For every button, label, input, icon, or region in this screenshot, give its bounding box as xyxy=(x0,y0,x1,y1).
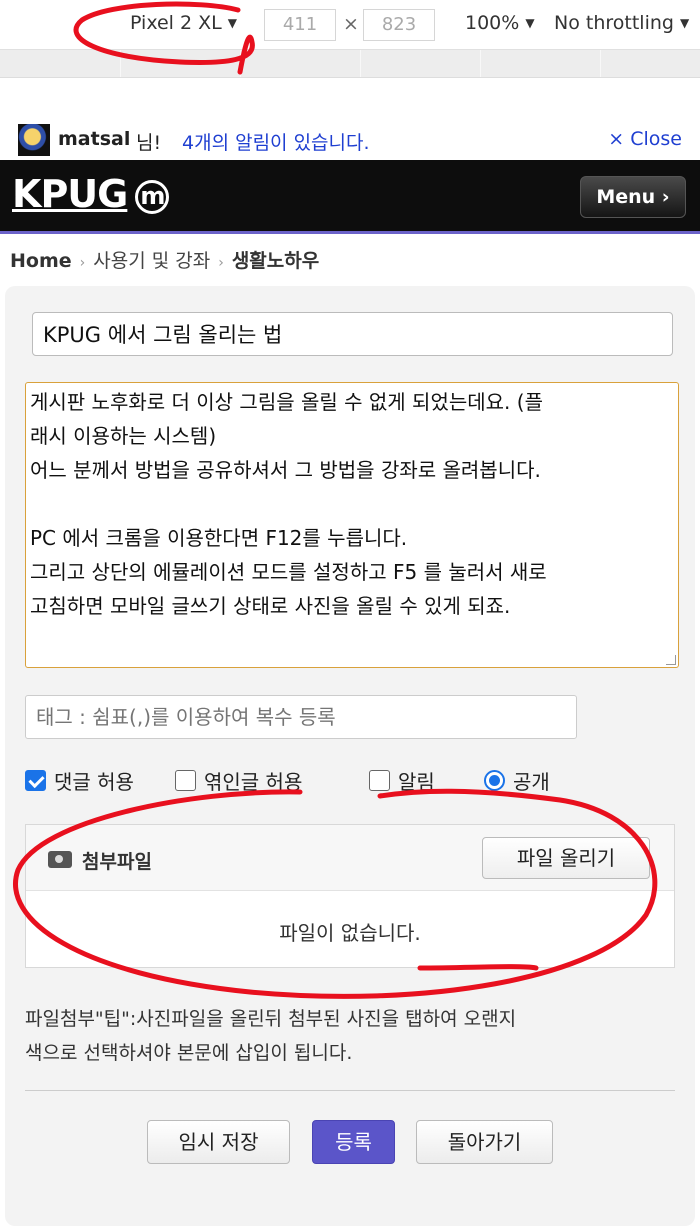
tip-line: 색으로 선택하셔야 본문에 삽입이 됩니다. xyxy=(25,1042,353,1064)
breadcrumb-current[interactable]: 생활노하우 xyxy=(232,250,319,272)
submit-button[interactable]: 등록 xyxy=(312,1120,395,1164)
body-line: 고침하면 모바일 글쓰기 상태로 사진을 올릴 수 있게 되죠. xyxy=(30,594,511,618)
back-button[interactable]: 돌아가기 xyxy=(416,1120,553,1164)
chevron-down-icon: ▼ xyxy=(227,16,237,30)
body-line: 게시판 노후화로 더 이상 그림을 올릴 수 없게 되었는데요. (플 xyxy=(30,390,543,414)
camera-icon xyxy=(48,851,72,868)
notify-checkbox[interactable] xyxy=(369,770,390,791)
tip-line: 파일첨부"팁":사진파일을 올린뒤 첨부된 사진을 탭하여 오랜지 xyxy=(25,1008,517,1030)
tags-input[interactable] xyxy=(25,695,577,739)
notice-username: matsal xyxy=(58,128,131,150)
attachments-title: 첨부파일 xyxy=(82,851,152,873)
throttling-selector[interactable]: No throttling ▼ xyxy=(554,12,689,34)
zoom-value: 100% xyxy=(465,12,520,34)
logo-text: KPUG xyxy=(12,172,128,216)
chevron-right-icon: › xyxy=(218,255,224,271)
divider xyxy=(25,1090,675,1091)
body-line: 그리고 상단의 에뮬레이션 모드를 설정하고 F5 를 눌러서 새로 xyxy=(30,560,547,584)
close-notice-button[interactable]: × Close xyxy=(608,128,682,150)
resize-handle[interactable] xyxy=(666,655,676,665)
allow-trackback-option[interactable]: 엮인글 허용 xyxy=(175,766,302,795)
public-option[interactable]: 공개 xyxy=(484,766,550,795)
throttling-value: No throttling xyxy=(554,12,674,34)
site-logo[interactable]: KPUG m xyxy=(12,172,170,216)
logo-mark-icon: m xyxy=(135,179,170,214)
allow-comments-label: 댓글 허용 xyxy=(54,770,134,794)
notify-label: 알림 xyxy=(398,770,435,794)
dimension-separator: × xyxy=(343,13,359,35)
notice-honorific: 님! xyxy=(136,132,162,154)
breadcrumb: Home › 사용기 및 강좌 › 생활노하우 xyxy=(10,246,319,273)
notify-option[interactable]: 알림 xyxy=(369,766,435,795)
no-files-message: 파일이 없습니다. xyxy=(279,921,421,945)
body-line xyxy=(30,487,674,521)
menu-button[interactable]: Menu › xyxy=(580,176,686,218)
body-line: 래시 이용하는 시스템) xyxy=(30,424,217,448)
attachments-header: 첨부파일 파일 올리기 xyxy=(26,825,674,891)
emulated-page: matsal 님! 4개의 알림이 있습니다. × Close KPUG m Me… xyxy=(0,78,700,1226)
body-line: PC 에서 크롬을 이용한다면 F12를 누릅니다. xyxy=(30,526,408,550)
notification-bar: matsal 님! 4개의 알림이 있습니다. × Close xyxy=(0,118,700,158)
device-selector[interactable]: Pixel 2 XL ▼ xyxy=(130,12,237,34)
devtools-device-toolbar: Pixel 2 XL ▼ 411 × 823 100% ▼ No throttlin… xyxy=(0,0,700,50)
public-radio[interactable] xyxy=(484,770,505,791)
post-body-textarea[interactable]: 게시판 노후화로 더 이상 그림을 올릴 수 없게 되었는데요. (플 래시 이… xyxy=(25,382,679,668)
zoom-selector[interactable]: 100% ▼ xyxy=(465,12,535,34)
avatar xyxy=(18,124,50,156)
viewport-height-field[interactable]: 823 xyxy=(363,9,435,41)
save-draft-button[interactable]: 임시 저장 xyxy=(147,1120,290,1164)
chevron-down-icon: ▼ xyxy=(525,16,535,30)
attachments-box: 첨부파일 파일 올리기 파일이 없습니다. xyxy=(25,824,675,968)
site-header: KPUG m Menu › xyxy=(0,160,700,234)
device-name: Pixel 2 XL xyxy=(130,12,222,34)
chevron-down-icon: ▼ xyxy=(679,16,690,30)
allow-trackback-label: 엮인글 허용 xyxy=(204,770,303,794)
breadcrumb-home[interactable]: Home xyxy=(10,250,72,272)
devtools-ruler xyxy=(0,50,700,78)
upload-file-button[interactable]: 파일 올리기 xyxy=(482,837,650,879)
public-label: 공개 xyxy=(513,770,550,794)
notifications-link[interactable]: 4개의 알림이 있습니다. xyxy=(182,128,370,155)
post-title-input[interactable] xyxy=(32,312,673,356)
allow-comments-checkbox[interactable] xyxy=(25,770,46,791)
viewport-width-field[interactable]: 411 xyxy=(264,9,336,41)
attachment-tip: 파일첨부"팁":사진파일을 올린뒤 첨부된 사진을 탭하여 오랜지 색으로 선택… xyxy=(25,1002,685,1070)
breadcrumb-category[interactable]: 사용기 및 강좌 xyxy=(93,250,210,272)
allow-trackback-checkbox[interactable] xyxy=(175,770,196,791)
body-line: 어느 분께서 방법을 공유하셔서 그 방법을 강좌로 올려봅니다. xyxy=(30,458,541,482)
chevron-right-icon: › xyxy=(79,255,86,271)
allow-comments-option[interactable]: 댓글 허용 xyxy=(25,766,134,795)
